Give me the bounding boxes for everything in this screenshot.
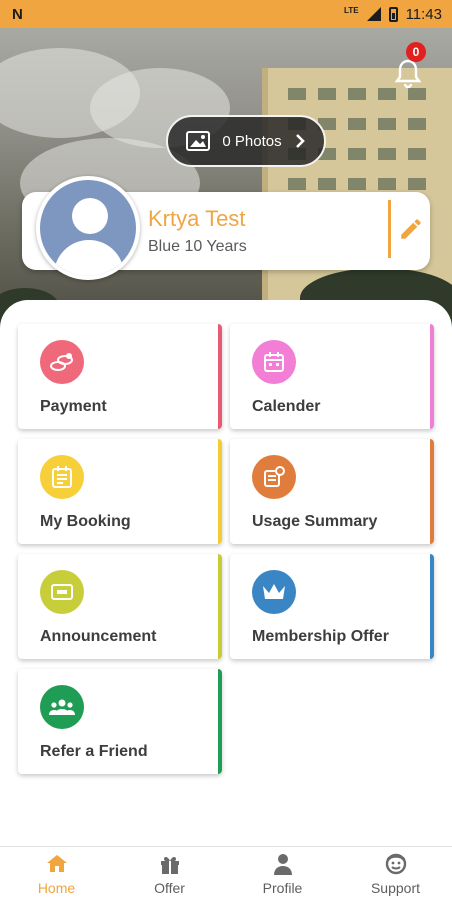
status-indicators: LTE 11:43 (344, 6, 442, 23)
my-booking-tile[interactable]: My Booking (18, 439, 222, 544)
nav-profile[interactable]: Profile (226, 847, 339, 900)
tile-accent (218, 439, 222, 544)
notification-badge: 0 (406, 42, 426, 62)
pencil-icon[interactable] (398, 216, 424, 242)
hero-banner: 0 0 Photos Krtya Test Blue 10 Years (0, 28, 452, 328)
tile-label: Payment (40, 398, 107, 415)
home-icon (46, 854, 67, 872)
coins-icon (40, 340, 84, 384)
tile-label: Calender (252, 398, 321, 415)
nav-support[interactable]: Support (339, 847, 452, 900)
tile-accent (218, 669, 222, 774)
crown-icon (252, 570, 296, 614)
booking-icon (40, 455, 84, 499)
person-icon (273, 853, 292, 875)
nav-label: Support (370, 879, 421, 896)
tile-label: Membership Offer (252, 628, 389, 645)
group-icon (40, 685, 84, 729)
calendar-icon (252, 340, 296, 384)
carrier-icon: N (12, 5, 23, 23)
network-type: LTE (344, 5, 359, 15)
photos-button[interactable]: 0 Photos (166, 115, 326, 167)
nav-home[interactable]: Home (0, 847, 113, 900)
user-avatar-icon[interactable] (36, 176, 140, 280)
usage-summary-icon (252, 455, 296, 499)
photos-label: 0 Photos (222, 132, 282, 150)
nav-offer[interactable]: Offer (113, 847, 226, 900)
tile-label: My Booking (40, 513, 131, 530)
tile-accent (430, 439, 434, 544)
bell-icon[interactable] (394, 58, 422, 90)
status-bar: N LTE 11:43 (0, 0, 452, 28)
nav-label: Home (37, 879, 76, 896)
calender-tile[interactable]: Calender (230, 324, 434, 429)
tile-accent (218, 324, 222, 429)
tile-label: Usage Summary (252, 513, 378, 530)
chevron-right-icon (295, 134, 305, 148)
membership-offer-tile[interactable]: Membership Offer (230, 554, 434, 659)
gift-icon (160, 856, 179, 874)
tile-accent (430, 554, 434, 659)
tile-label: Announcement (40, 628, 157, 645)
menu-panel: Payment Calender My Booking Usage Summar… (0, 300, 452, 848)
bottom-navigation: Home Offer Profile Support (0, 846, 452, 900)
image-icon (186, 131, 211, 151)
clock: 11:43 (405, 5, 442, 23)
signal-icon (366, 7, 381, 21)
membership-tier: Blue 10 Years (148, 238, 247, 255)
tile-label: Refer a Friend (40, 743, 148, 760)
nav-label: Profile (262, 879, 303, 896)
refer-a-friend-tile[interactable]: Refer a Friend (18, 669, 222, 774)
battery-icon (388, 6, 398, 22)
usage-summary-tile[interactable]: Usage Summary (230, 439, 434, 544)
announcement-icon (40, 570, 84, 614)
profile-name: Krtya Test (148, 206, 246, 231)
tile-accent (218, 554, 222, 659)
support-icon (385, 853, 406, 874)
edit-divider (388, 200, 391, 258)
tile-accent (430, 324, 434, 429)
nav-label: Offer (154, 879, 185, 896)
payment-tile[interactable]: Payment (18, 324, 222, 429)
announcement-tile[interactable]: Announcement (18, 554, 222, 659)
